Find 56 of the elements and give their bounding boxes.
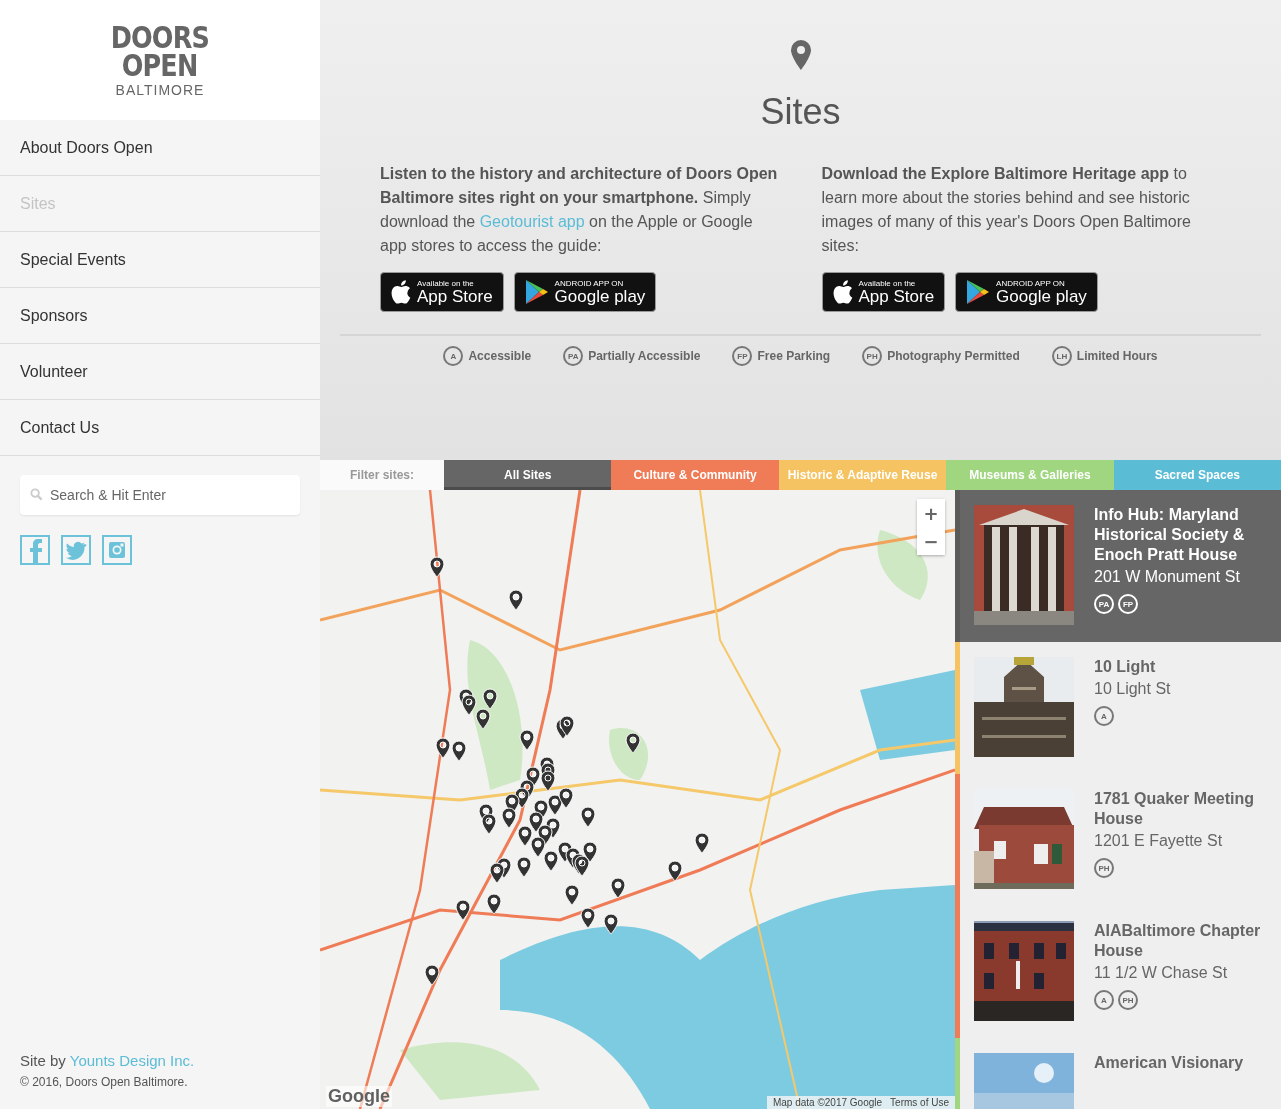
amenity-badge: FP — [732, 346, 753, 366]
site-name: AIABaltimore Chapter House — [1094, 921, 1262, 961]
legend-label: Partially Accessible — [588, 349, 701, 363]
play-triangle-icon — [966, 279, 991, 305]
legend-label: Photography Permitted — [887, 349, 1020, 363]
f-letter-icon[interactable] — [20, 535, 50, 565]
google-play-badge[interactable]: ANDROID APP ON Google play — [513, 272, 657, 312]
apple-icon — [832, 280, 853, 304]
site-card[interactable]: Info Hub: Maryland Historical Society & Enoch Pratt House 201 W Monument St PA FP — [955, 490, 1281, 642]
map-pin-icon — [790, 40, 811, 70]
play-triangle-icon — [524, 279, 549, 305]
apple-icon — [391, 280, 411, 304]
legend-label: Free Parking — [757, 349, 831, 363]
legend-label: Accessible — [468, 349, 532, 363]
app-store-badge[interactable]: Available on the App Store — [380, 272, 504, 312]
site-address: 201 W Monument St — [1094, 568, 1241, 586]
amenity-badge: LH — [1051, 346, 1072, 366]
google-play-badge[interactable]: ANDROID APP ON Google play — [955, 272, 1098, 312]
amenity-badge: A — [443, 346, 464, 366]
intro-text: Listen to the history and architecture of Doors Open Baltimore sites right on your smartphone. Simply download the Geotourist app on the Apple or Google app stores to access the guide: — [380, 164, 779, 256]
intro-text: Download the Explore Baltimore Heritage app to learn more about the stories behind and see historic images of many of this year's Doors Open Baltimore sites: — [821, 164, 1192, 256]
app-store-badge[interactable]: Available on the App Store — [821, 272, 946, 312]
site-name: Info Hub: Maryland Historical Society & Enoch Pratt House — [1094, 505, 1246, 565]
site-name: 10 Light — [1094, 657, 1157, 677]
site-card[interactable]: AIABaltimore Chapter House 11 1/2 W Chase St A PH — [955, 906, 1281, 1038]
logo[interactable]: DOORS OPEN BALTIMORE — [102, 23, 218, 97]
site-card[interactable]: American Visionary — [955, 1038, 1281, 1109]
legend-label: Limited Hours — [1076, 349, 1158, 363]
amenity-badge: PH — [862, 346, 883, 366]
map-logo: Google — [326, 1086, 392, 1107]
credit-text: Site by Younts Design Inc. — [20, 1052, 196, 1069]
amenity-badge: PH — [1118, 990, 1138, 1010]
page-title: Sites — [760, 92, 841, 132]
amenity-badge: A — [1094, 990, 1114, 1010]
amenity-badge: PA — [1094, 594, 1114, 614]
map-attribution: Map data ©2017 Google — [772, 1097, 883, 1108]
site-address: 1201 E Fayette St — [1094, 832, 1224, 850]
amenity-badge: A — [1094, 706, 1114, 726]
amenity-badge: PA — [563, 346, 584, 366]
zoom-in-button[interactable]: + — [917, 499, 945, 527]
search-field[interactable]: Search & Hit Enter — [20, 475, 300, 515]
filter-tab[interactable]: All Sites — [444, 460, 612, 490]
camera-icon[interactable] — [102, 535, 132, 565]
terms-link[interactable]: Terms of Use — [890, 1097, 949, 1108]
zoom-out-button[interactable]: − — [917, 527, 945, 555]
amenity-badge: PH — [1094, 858, 1114, 878]
site-card[interactable]: 10 Light 10 Light St A — [955, 642, 1281, 774]
filter-label: Filter sites: — [320, 460, 444, 490]
bird-icon[interactable] — [61, 535, 91, 565]
copyright-text: © 2016, Doors Open Baltimore. — [20, 1075, 189, 1089]
site-name: 1781 Quaker Meeting House — [1094, 789, 1256, 829]
amenity-badge: FP — [1118, 594, 1138, 614]
site-card[interactable]: 1781 Quaker Meeting House 1201 E Fayette St PH — [955, 774, 1281, 906]
site-address: 11 1/2 W Chase St — [1094, 964, 1229, 982]
site-address: 10 Light St — [1094, 680, 1172, 698]
site-name: American Visionary — [1094, 1053, 1245, 1073]
